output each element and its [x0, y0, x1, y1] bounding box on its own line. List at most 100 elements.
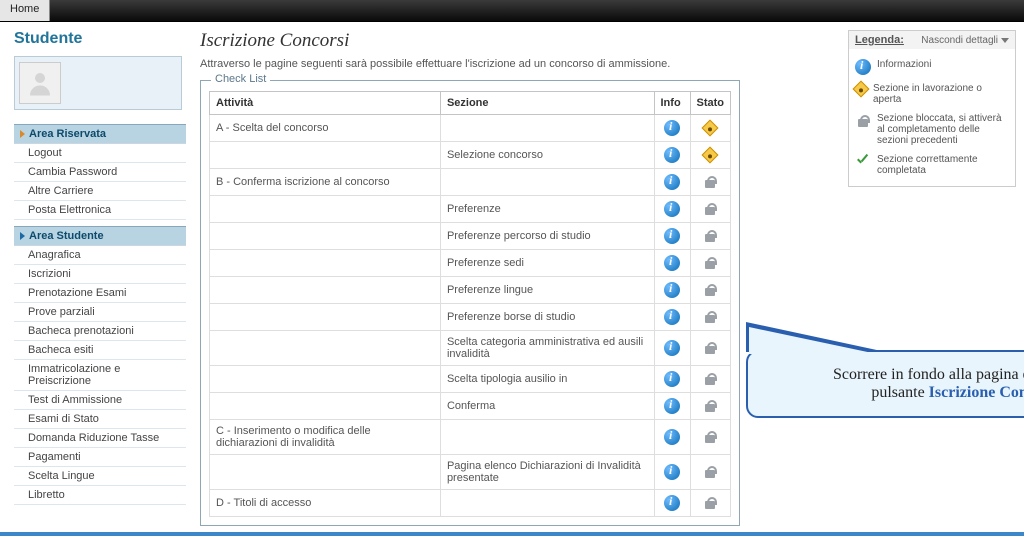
cell-info[interactable] — [654, 223, 690, 250]
cell-attivita — [210, 277, 441, 304]
cell-attivita: A - Scelta del concorso — [210, 115, 441, 142]
sidebar-item[interactable]: Bacheca prenotazioni — [14, 322, 186, 341]
intro-text: Attraverso le pagine seguenti sarà possi… — [200, 58, 842, 70]
cell-attivita — [210, 304, 441, 331]
cell-attivita — [210, 331, 441, 366]
cell-info[interactable] — [654, 115, 690, 142]
cell-info[interactable] — [654, 420, 690, 455]
cell-stato — [690, 169, 731, 196]
user-box — [14, 56, 182, 110]
cell-stato — [690, 277, 731, 304]
cell-sezione — [440, 115, 654, 142]
cell-attivita: C - Inserimento o modifica delle dichiar… — [210, 420, 441, 455]
info-icon — [664, 174, 680, 190]
cell-sezione: Preferenze sedi — [440, 250, 654, 277]
info-icon — [664, 429, 680, 445]
cell-info[interactable] — [654, 169, 690, 196]
info-icon — [664, 309, 680, 325]
cell-info[interactable] — [654, 455, 690, 490]
table-row: Pagina elenco Dichiarazioni di Invalidit… — [210, 455, 731, 490]
cell-info[interactable] — [654, 304, 690, 331]
menu-head-area-studente[interactable]: Area Studente — [14, 226, 186, 246]
sidebar-item[interactable]: Bacheca esiti — [14, 341, 186, 360]
col-attivita: Attività — [210, 92, 441, 115]
info-icon — [855, 59, 871, 75]
cell-sezione — [440, 420, 654, 455]
legend-title: Legenda: — [855, 34, 904, 46]
cell-info[interactable] — [654, 142, 690, 169]
legend-text: Sezione bloccata, si attiverà al complet… — [877, 113, 1009, 146]
table-row: D - Titoli di accesso — [210, 490, 731, 517]
sidebar-item[interactable]: Logout — [14, 144, 186, 163]
info-icon — [664, 147, 680, 163]
cell-attivita — [210, 393, 441, 420]
check-icon — [855, 154, 871, 170]
lock-icon — [702, 398, 718, 414]
cell-attivita: D - Titoli di accesso — [210, 490, 441, 517]
info-icon — [664, 398, 680, 414]
cell-info[interactable] — [654, 393, 690, 420]
sidebar-item[interactable]: Iscrizioni — [14, 265, 186, 284]
sidebar-item[interactable]: Scelta Lingue — [14, 467, 186, 486]
cell-info[interactable] — [654, 196, 690, 223]
warn-icon — [702, 147, 719, 164]
instruction-callout: Scorrere in fondo alla pagina e premere … — [746, 350, 1024, 418]
cell-sezione: Preferenze — [440, 196, 654, 223]
lock-icon — [702, 228, 718, 244]
cell-attivita — [210, 196, 441, 223]
info-icon — [664, 201, 680, 217]
info-icon — [664, 255, 680, 271]
cell-sezione: Scelta categoria amministrativa ed ausil… — [440, 331, 654, 366]
chevron-down-icon — [1001, 38, 1009, 43]
col-stato: Stato — [690, 92, 731, 115]
sidebar-item[interactable]: Anagrafica — [14, 246, 186, 265]
info-icon — [664, 228, 680, 244]
cell-stato — [690, 304, 731, 331]
legend-collapse[interactable]: Nascondi dettagli — [921, 35, 1009, 46]
sidebar-item[interactable]: Domanda Riduzione Tasse — [14, 429, 186, 448]
sidebar-item[interactable]: Libretto — [14, 486, 186, 505]
menu-head-area-riservata[interactable]: Area Riservata — [14, 124, 186, 144]
cell-info[interactable] — [654, 250, 690, 277]
info-icon — [664, 282, 680, 298]
legend-row: Sezione bloccata, si attiverà al complet… — [853, 109, 1011, 150]
info-icon — [664, 495, 680, 511]
warn-icon — [853, 81, 870, 98]
chevron-right-icon — [20, 130, 25, 138]
legend-row: Sezione correttamente completata — [853, 150, 1011, 180]
cell-attivita — [210, 142, 441, 169]
cell-stato — [690, 223, 731, 250]
legend-text: Sezione correttamente completata — [877, 154, 1009, 176]
cell-sezione: Selezione concorso — [440, 142, 654, 169]
cell-sezione: Preferenze borse di studio — [440, 304, 654, 331]
sidebar: Studente Area Riservata LogoutCambia Pas… — [14, 30, 186, 526]
cell-info[interactable] — [654, 277, 690, 304]
legend-row: Informazioni — [853, 55, 1011, 79]
table-row: C - Inserimento o modifica delle dichiar… — [210, 420, 731, 455]
cell-stato — [690, 115, 731, 142]
cell-info[interactable] — [654, 331, 690, 366]
sidebar-item[interactable]: Cambia Password — [14, 163, 186, 182]
col-sezione: Sezione — [440, 92, 654, 115]
sidebar-item[interactable]: Immatricolazione e Preiscrizione — [14, 360, 186, 391]
legend-text: Sezione in lavorazione o aperta — [873, 83, 1009, 105]
top-bar: Home — [0, 0, 1024, 22]
table-row: Preferenze lingue — [210, 277, 731, 304]
sidebar-item[interactable]: Test di Ammissione — [14, 391, 186, 410]
cell-sezione: Conferma — [440, 393, 654, 420]
info-icon — [664, 464, 680, 480]
page-title: Iscrizione Concorsi — [200, 30, 842, 52]
home-tab[interactable]: Home — [0, 0, 50, 21]
chevron-right-icon — [20, 232, 25, 240]
sidebar-item[interactable]: Pagamenti — [14, 448, 186, 467]
lock-icon — [702, 371, 718, 387]
cell-info[interactable] — [654, 366, 690, 393]
lock-icon — [702, 429, 718, 445]
sidebar-item[interactable]: Altre Carriere — [14, 182, 186, 201]
cell-sezione — [440, 490, 654, 517]
sidebar-item[interactable]: Esami di Stato — [14, 410, 186, 429]
sidebar-item[interactable]: Posta Elettronica — [14, 201, 186, 220]
sidebar-item[interactable]: Prenotazione Esami — [14, 284, 186, 303]
sidebar-item[interactable]: Prove parziali — [14, 303, 186, 322]
cell-info[interactable] — [654, 490, 690, 517]
